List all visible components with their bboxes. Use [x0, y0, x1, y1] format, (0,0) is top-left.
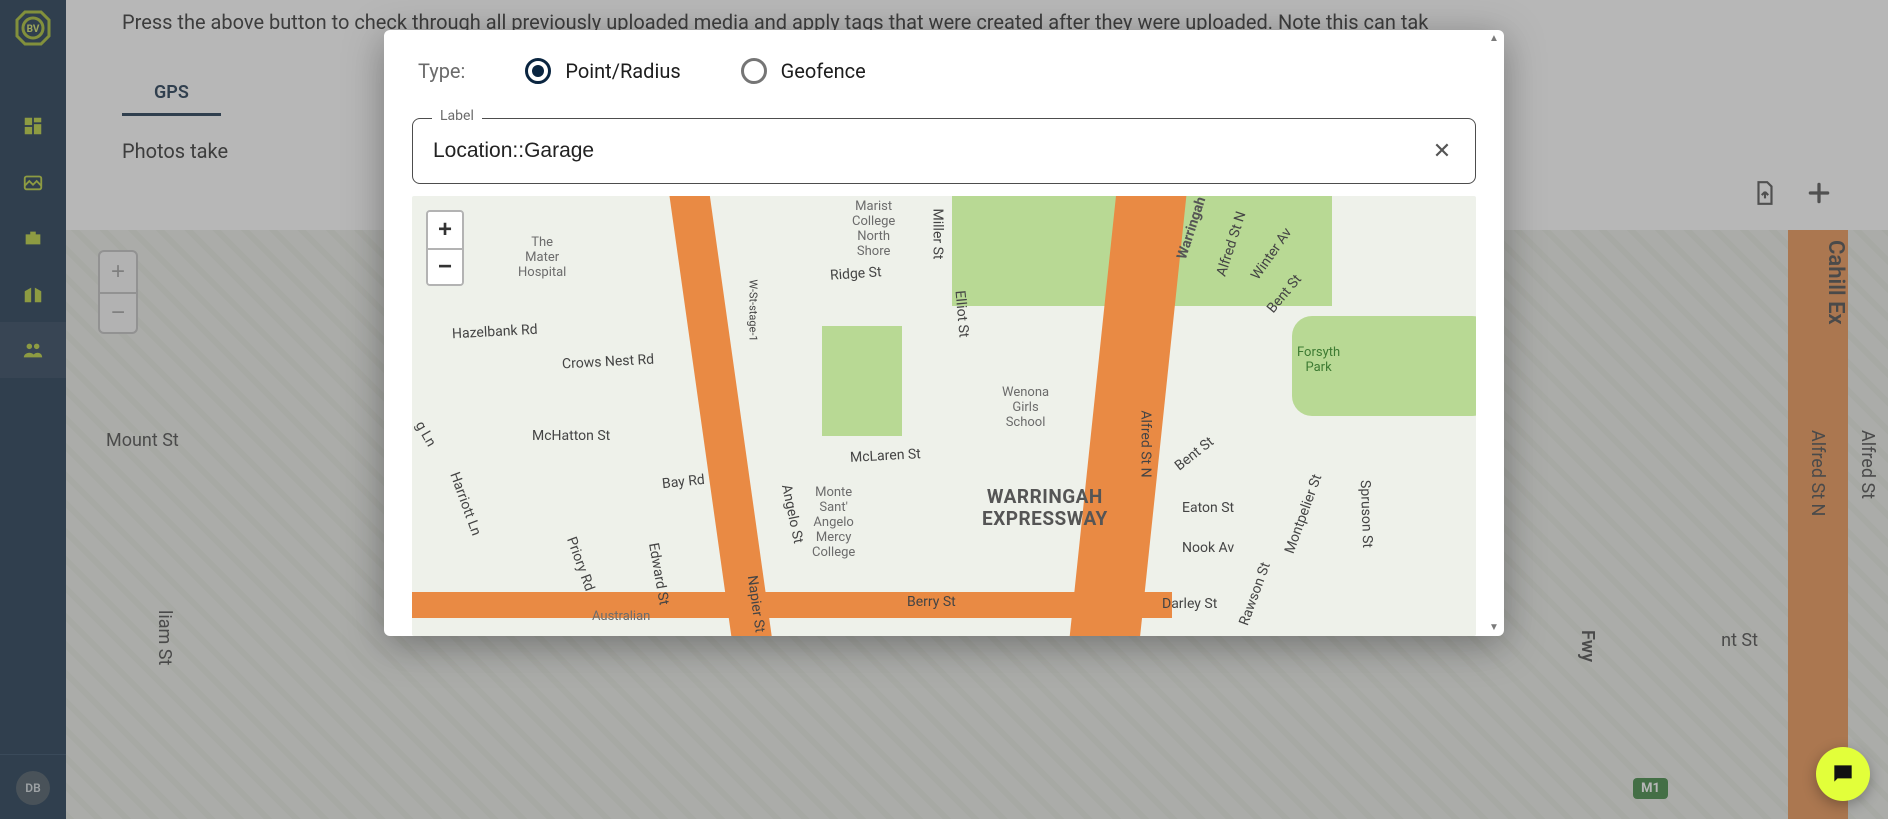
map-street-label: McLaren St [850, 446, 922, 466]
map-street-label: Ridge St [830, 264, 883, 284]
modal-overlay[interactable]: ▲▼ Type: Point/Radius Geofence Label ✕ [0, 0, 1888, 819]
clear-input-icon[interactable]: ✕ [1429, 138, 1455, 164]
radio-indicator-icon [741, 58, 767, 84]
map-street-label: g Ln [412, 418, 439, 449]
map-place-label: Marist College North Shore [852, 200, 895, 260]
map-place-label: Wenona Girls School [1002, 386, 1049, 431]
map-street-label: Berry St [907, 594, 956, 610]
map-street-label: Miller St [929, 209, 945, 260]
radio-label: Geofence [781, 59, 866, 83]
map-street-label: Spruson St [1357, 480, 1375, 548]
map-street-label: Rawson St [1236, 560, 1274, 628]
map-street-label: Bent St [1172, 434, 1217, 474]
map-street-label: Alfred St N [1138, 410, 1154, 477]
dialog-scrollbar[interactable]: ▲▼ [1485, 33, 1501, 633]
radio-indicator-icon [525, 58, 551, 84]
map-place-label: WARRINGAH EXPRESSWAY [982, 486, 1108, 530]
radio-label: Point/Radius [565, 59, 680, 83]
location-dialog: ▲▼ Type: Point/Radius Geofence Label ✕ [384, 30, 1504, 636]
map-place-label: The Mater Hospital [518, 236, 566, 281]
radio-point-radius[interactable]: Point/Radius [525, 58, 680, 84]
label-field-legend: Label [432, 108, 482, 124]
map-street-label: Bay Rd [661, 472, 705, 492]
map-street-label: Hazelbank Rd [452, 322, 538, 342]
map-street-label: Eaton St [1182, 500, 1234, 516]
map-place-label: Forsyth Park [1297, 346, 1340, 376]
dialog-zoom-in-button[interactable]: + [428, 212, 462, 248]
map-street-label: Montpelier St [1282, 472, 1325, 556]
map-street-label: Nook Av [1182, 540, 1234, 556]
map-street-label: McHatton St [532, 428, 610, 444]
map-street-label: Darley St [1162, 596, 1217, 612]
radio-geofence[interactable]: Geofence [741, 58, 866, 84]
map-street-label: Crows Nest Rd [562, 352, 655, 373]
map-place-label: Monte Sant' Angelo Mercy College [812, 486, 855, 561]
dialog-map-zoom: + − [426, 210, 464, 286]
map-street-label: W-St-stage-1 [747, 279, 760, 341]
map-place-label: Australian [592, 610, 650, 625]
map-street-label: Harriott Ln [446, 470, 484, 538]
map-street-label: Priory Rd [563, 535, 597, 594]
dialog-map[interactable]: + − Marist College North Shore The Mater… [412, 196, 1476, 636]
dialog-zoom-out-button[interactable]: − [428, 248, 462, 284]
type-label: Type: [418, 59, 465, 83]
label-input[interactable] [433, 139, 1429, 163]
map-street-label: Angelo St [778, 483, 806, 545]
help-chat-button[interactable] [1816, 747, 1870, 801]
